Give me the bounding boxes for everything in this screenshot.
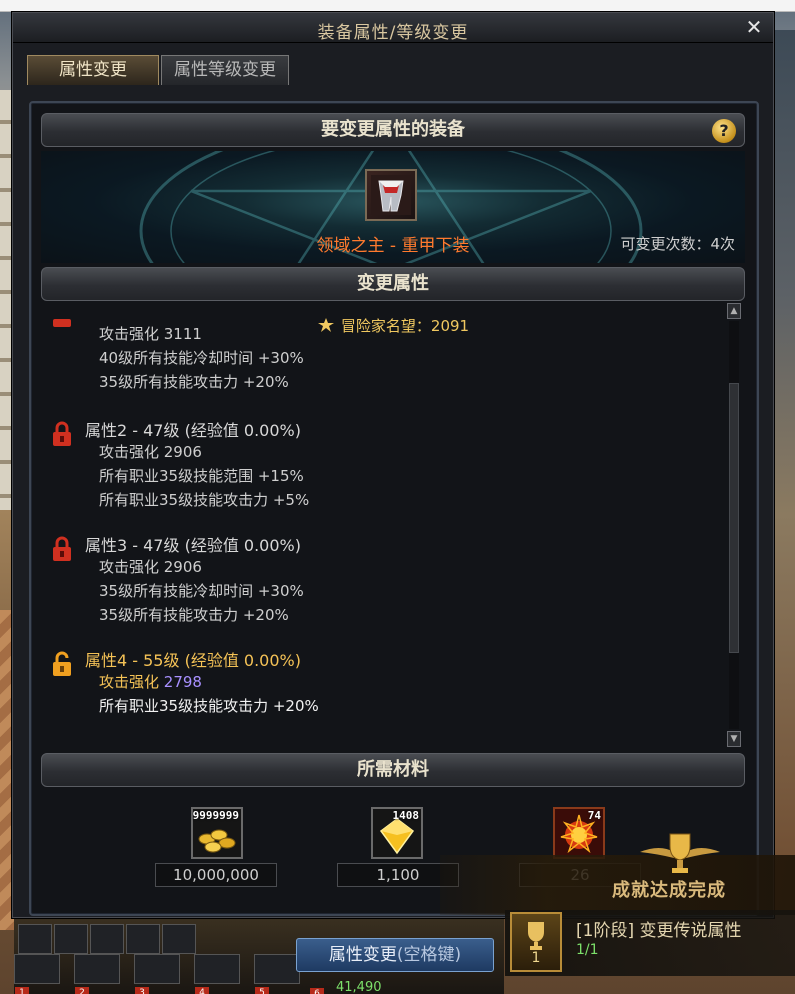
attribute-list: 冒险家名望：2091 攻击强化 3111 40级所有技能冷却时间 +30% 35… [41, 303, 745, 747]
material-stack-count: 74 [587, 809, 601, 822]
heavy-armor-pants-icon [371, 175, 411, 215]
hotkey-badge: 4 [195, 987, 209, 994]
material-gold-crystal[interactable]: 1408 [371, 807, 423, 859]
achievement-progress: 1/1 [576, 942, 599, 958]
equip-section-header: 要变更属性的装备 ? [41, 113, 745, 147]
change-count-label: 可变更次数：4次 [620, 235, 735, 253]
materials-section-header: 所需材料 [41, 753, 745, 787]
material-gold-coins[interactable]: 9999999 [191, 807, 243, 859]
attr4-title: 属性4 - 55级 (经验值 0.00%) [85, 651, 301, 670]
building-right [773, 30, 795, 910]
equip-section-title: 要变更属性的装备 [321, 119, 465, 140]
equipment-slot[interactable] [365, 169, 417, 221]
unlock-icon [53, 651, 71, 676]
item-slot-3[interactable]: 3 [134, 954, 180, 994]
attr2-title: 属性2 - 47级 (经验值 0.00%) [85, 421, 301, 440]
item-slot-4[interactable]: 4 [194, 954, 240, 994]
renown-icon [317, 318, 334, 332]
change-section-header: 变更属性 [41, 267, 745, 301]
quick-slot-2[interactable] [54, 924, 88, 954]
material-qty-gold: 10,000,000 [155, 863, 277, 887]
renown-value: 冒险家名望：2091 [340, 317, 470, 335]
hotkey-badge: 2 [75, 987, 89, 994]
attribute-change-button-label: 属性变更 [328, 945, 397, 965]
attr3-title: 属性3 - 47级 (经验值 0.00%) [85, 536, 301, 555]
tab-attribute-change[interactable]: 属性变更 [27, 55, 159, 85]
material-fire-orb[interactable]: 74 [553, 807, 605, 859]
equip-display-area: 领域之主 - 重甲下装 可变更次数：4次 [41, 151, 745, 263]
item-slot-1[interactable]: 1 [14, 954, 60, 994]
hotkey-badge: 6 [310, 988, 324, 994]
close-icon[interactable]: ✕ [743, 16, 765, 38]
trophy-icon [528, 922, 544, 950]
attribute-change-button-hint: (空格键) [396, 945, 462, 965]
material-stack-count: 9999999 [192, 809, 239, 822]
quick-slot-3[interactable] [90, 924, 124, 954]
attr1-line-1: 攻击强化 3111 [99, 325, 202, 343]
dialog-titlebar[interactable]: 装备属性/等级变更 ✕ [13, 13, 773, 43]
hotkey-badge: 1 [15, 987, 29, 994]
gold-amount: 41,490 [336, 980, 382, 994]
quick-slot-5[interactable] [162, 924, 196, 954]
scroll-up-icon[interactable]: ▲ [727, 303, 741, 319]
trophy-wings-icon [640, 833, 720, 873]
scroll-thumb[interactable] [729, 383, 739, 653]
lock-icon [53, 421, 71, 446]
achievement-badge-number: 1 [531, 950, 541, 966]
equipment-attribute-dialog: 装备属性/等级变更 ✕ 属性变更 属性等级变更 要变更属性的装备 ? 领域之主 … [12, 12, 774, 918]
attr4-line1-label: 攻击强化 [99, 673, 160, 691]
quick-slot-4[interactable] [126, 924, 160, 954]
window-top-strip [0, 0, 795, 12]
item-slot-5[interactable]: 5 [254, 954, 300, 994]
attr4-line1-value: 2798 [163, 673, 202, 691]
lock-icon [53, 536, 71, 561]
attribute-scrollbar[interactable]: ▲ ▼ [727, 303, 741, 747]
tab-attribute-level-change[interactable]: 属性等级变更 [161, 55, 289, 85]
hotkey-badge: 3 [135, 987, 149, 994]
material-stack-count: 1408 [392, 809, 420, 822]
achievement-text: [1阶段] 变更传说属性 [576, 921, 742, 941]
attr4-line-1: 攻击强化 2798 [99, 671, 202, 692]
scroll-down-icon[interactable]: ▼ [727, 731, 741, 747]
attribute-change-button[interactable]: 属性变更(空格键) [296, 938, 494, 972]
quick-slot-1[interactable] [18, 924, 52, 954]
item-slot-2[interactable]: 2 [74, 954, 120, 994]
dialog-title: 装备属性/等级变更 [317, 23, 469, 43]
attr2-line-1: 攻击强化 2906 [99, 443, 202, 461]
content-frame: 要变更属性的装备 ? 领域之主 - 重甲下装 可变更次数：4次 变更属性 冒险家… [29, 101, 759, 916]
attr1-line-2: 40级所有技能冷却时间 +30% [99, 349, 304, 367]
attr3-line-1: 攻击强化 2906 [99, 558, 202, 576]
attr2-line-2: 所有职业35级技能范围 +15% [99, 467, 304, 485]
attr4-line-2: 所有职业35级技能攻击力 +20% [99, 697, 319, 715]
attr2-line-3: 所有职业35级技能攻击力 +5% [99, 491, 310, 509]
achievement-title: 成就达成完成 [612, 880, 726, 901]
help-icon[interactable]: ? [712, 119, 736, 143]
attr3-line-3: 35级所有技能攻击力 +20% [99, 606, 289, 624]
achievement-badge: 1 [510, 912, 562, 972]
attr1-line-3: 35级所有技能攻击力 +20% [99, 373, 289, 391]
attr3-line-2: 35级所有技能冷却时间 +30% [99, 582, 304, 600]
hotkey-badge: 5 [255, 987, 269, 994]
lock-icon [53, 319, 71, 327]
